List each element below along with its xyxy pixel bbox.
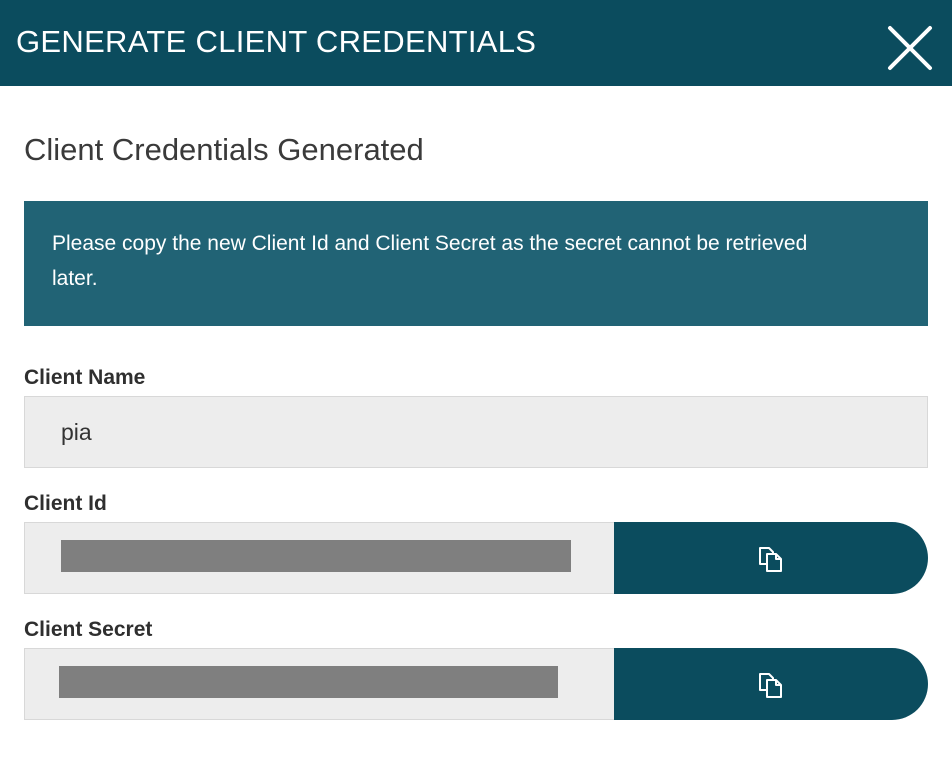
client-id-field[interactable] <box>24 522 614 594</box>
generate-credentials-dialog: GENERATE CLIENT CREDENTIALS Client Crede… <box>0 0 952 762</box>
client-name-label: Client Name <box>24 366 146 389</box>
notice-text: Please copy the new Client Id and Client… <box>52 232 808 290</box>
client-id-row <box>24 522 928 594</box>
client-secret-row <box>24 648 928 720</box>
copy-client-id-button[interactable] <box>614 522 928 594</box>
section-title: Client Credentials Generated <box>24 132 424 167</box>
close-button[interactable] <box>884 22 936 74</box>
client-secret-redacted-value <box>59 666 558 698</box>
client-secret-field[interactable] <box>24 648 614 720</box>
notice-banner: Please copy the new Client Id and Client… <box>24 201 928 326</box>
copy-icon <box>759 547 782 572</box>
client-name-field: pia <box>24 396 928 468</box>
copy-icon <box>759 673 782 698</box>
close-icon <box>888 26 932 70</box>
client-secret-label: Client Secret <box>24 618 153 641</box>
client-id-redacted-value <box>61 540 571 572</box>
copy-client-secret-button[interactable] <box>614 648 928 720</box>
dialog-title: GENERATE CLIENT CREDENTIALS <box>16 24 537 59</box>
dialog-header: GENERATE CLIENT CREDENTIALS <box>0 0 952 86</box>
client-id-label: Client Id <box>24 492 107 515</box>
client-name-value: pia <box>61 419 92 445</box>
